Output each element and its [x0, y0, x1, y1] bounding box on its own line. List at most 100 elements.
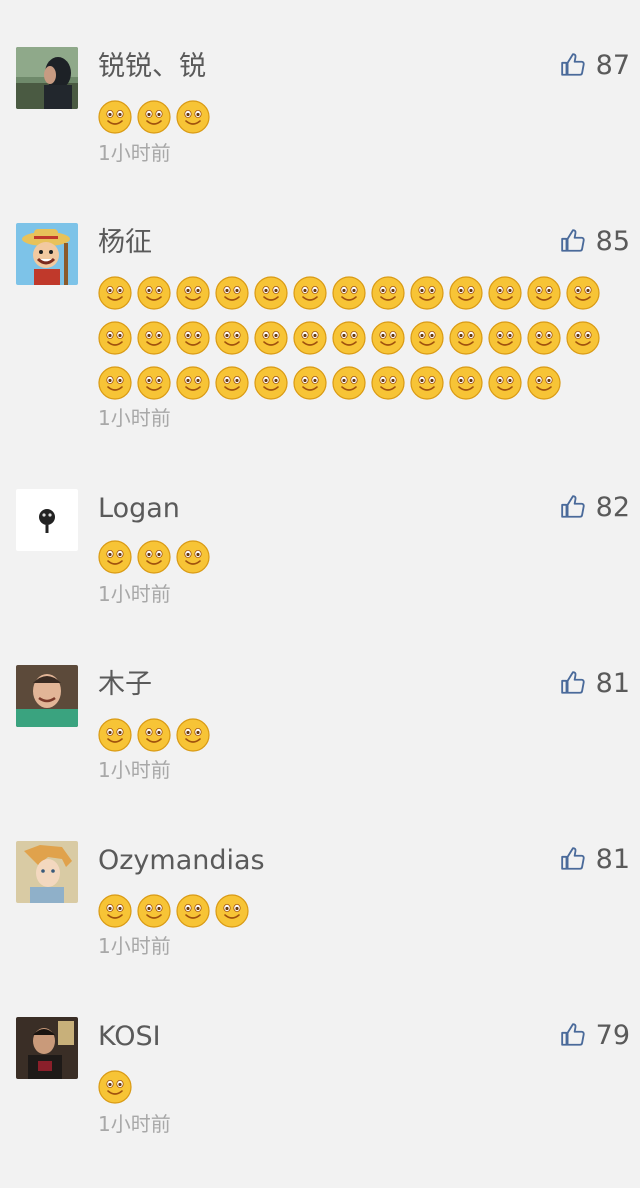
thumbs-up-icon [560, 1023, 585, 1046]
like-button[interactable]: 87 [560, 47, 630, 83]
username[interactable]: 杨征 [98, 225, 152, 261]
smile-emoji-icon [98, 366, 132, 400]
smile-emoji-icon [488, 276, 522, 310]
smile-emoji-icon [449, 366, 483, 400]
like-button[interactable]: 85 [560, 223, 630, 259]
avatar-smiling-man-photo-icon [16, 665, 78, 727]
comment-item: 木子 81 1小时前 [0, 665, 640, 795]
avatar[interactable] [16, 841, 78, 903]
smile-emoji-icon [371, 321, 405, 355]
smile-emoji-icon [176, 540, 210, 574]
smile-emoji-icon [176, 366, 210, 400]
avatar[interactable] [16, 665, 78, 727]
smile-emoji-icon [137, 540, 171, 574]
thumbs-up-icon [560, 53, 585, 76]
smile-emoji-icon [176, 100, 210, 134]
smile-emoji-icon [137, 100, 171, 134]
smile-emoji-icon [176, 894, 210, 928]
smile-emoji-icon [215, 366, 249, 400]
smile-emoji-icon [98, 894, 132, 928]
smile-emoji-icon [137, 276, 171, 310]
comment-item: Logan 82 1小时前 [0, 489, 640, 619]
like-count: 82 [595, 491, 630, 523]
smile-emoji-icon [449, 276, 483, 310]
smile-emoji-icon [488, 366, 522, 400]
emoji-content [98, 100, 618, 145]
smile-emoji-icon [410, 321, 444, 355]
avatar-anime-character-icon [16, 841, 78, 903]
avatar-cartoon-pirate-icon [16, 223, 78, 285]
emoji-content [98, 540, 618, 585]
timestamp: 1小时前 [98, 1112, 171, 1136]
smile-emoji-icon [410, 366, 444, 400]
smile-emoji-icon [566, 276, 600, 310]
smile-emoji-icon [254, 321, 288, 355]
like-button[interactable]: 79 [560, 1017, 630, 1053]
smile-emoji-icon [527, 366, 561, 400]
smile-emoji-icon [98, 718, 132, 752]
timestamp: 1小时前 [98, 758, 171, 782]
smile-emoji-icon [254, 276, 288, 310]
smile-emoji-icon [371, 276, 405, 310]
thumbs-up-icon [560, 847, 585, 870]
thumbs-up-icon [560, 495, 585, 518]
avatar[interactable] [16, 47, 78, 109]
avatar-person-dark-room-icon [16, 1017, 78, 1079]
like-count: 81 [595, 843, 630, 875]
comment-item: 杨征 85 1小时前 [0, 223, 640, 443]
smile-emoji-icon [293, 366, 327, 400]
thumbs-up-icon [560, 671, 585, 694]
comment-item: 锐锐、锐 87 1小时前 [0, 47, 640, 177]
emoji-content [98, 276, 618, 411]
smile-emoji-icon [332, 321, 366, 355]
smile-emoji-icon [527, 321, 561, 355]
like-button[interactable]: 81 [560, 665, 630, 701]
smile-emoji-icon [98, 540, 132, 574]
smile-emoji-icon [293, 321, 327, 355]
smile-emoji-icon [371, 366, 405, 400]
smile-emoji-icon [332, 276, 366, 310]
smile-emoji-icon [98, 276, 132, 310]
username[interactable]: KOSI [98, 1019, 161, 1055]
avatar-black-symbol-icon [16, 489, 78, 551]
thumbs-up-icon [560, 229, 585, 252]
username[interactable]: Logan [98, 491, 180, 527]
smile-emoji-icon [254, 366, 288, 400]
smile-emoji-icon [137, 321, 171, 355]
smile-emoji-icon [137, 366, 171, 400]
timestamp: 1小时前 [98, 934, 171, 958]
like-count: 81 [595, 667, 630, 699]
emoji-content [98, 894, 618, 939]
timestamp: 1小时前 [98, 582, 171, 606]
avatar[interactable] [16, 1017, 78, 1079]
timestamp: 1小时前 [98, 406, 171, 430]
avatar[interactable] [16, 223, 78, 285]
like-count: 87 [595, 49, 630, 81]
like-button[interactable]: 82 [560, 489, 630, 525]
smile-emoji-icon [98, 100, 132, 134]
smile-emoji-icon [566, 321, 600, 355]
like-count: 79 [595, 1019, 630, 1051]
avatar-man-side-photo-icon [16, 47, 78, 109]
username[interactable]: Ozymandias [98, 843, 265, 879]
smile-emoji-icon [527, 276, 561, 310]
comment-item: KOSI 79 1小时前 [0, 1017, 640, 1147]
smile-emoji-icon [176, 321, 210, 355]
smile-emoji-icon [488, 321, 522, 355]
emoji-content [98, 718, 618, 763]
smile-emoji-icon [98, 321, 132, 355]
emoji-content [98, 1070, 618, 1115]
comment-item: Ozymandias 81 1小时前 [0, 841, 640, 971]
smile-emoji-icon [293, 276, 327, 310]
smile-emoji-icon [176, 718, 210, 752]
timestamp: 1小时前 [98, 141, 171, 165]
like-button[interactable]: 81 [560, 841, 630, 877]
smile-emoji-icon [410, 276, 444, 310]
username[interactable]: 锐锐、锐 [98, 49, 206, 85]
avatar[interactable] [16, 489, 78, 551]
smile-emoji-icon [449, 321, 483, 355]
smile-emoji-icon [215, 321, 249, 355]
smile-emoji-icon [137, 718, 171, 752]
smile-emoji-icon [137, 894, 171, 928]
username[interactable]: 木子 [98, 667, 152, 703]
